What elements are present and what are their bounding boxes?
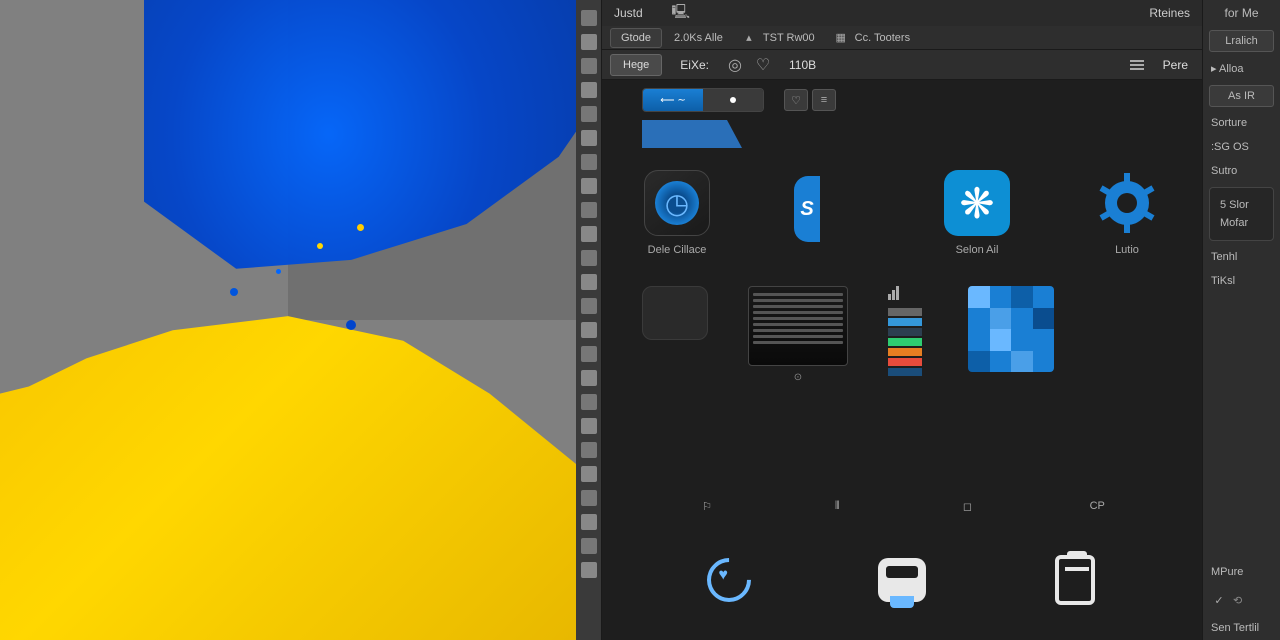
arrow-up-icon[interactable] (741, 30, 757, 46)
hege-button[interactable]: Hege (610, 54, 662, 76)
seg-option-b[interactable] (703, 89, 763, 111)
options-bar: Gtode 2.0Ks Alle TST Rw00 Cc. Tooters (602, 26, 1202, 50)
equalizer-icon[interactable]: ≡ (812, 89, 836, 111)
bars-icon[interactable] (829, 498, 845, 514)
hamburger-icon[interactable] (1129, 57, 1145, 73)
tool-icon[interactable] (581, 58, 597, 74)
snowflake-icon[interactable] (944, 170, 1010, 236)
tool-icon[interactable] (581, 34, 597, 50)
shield-icon[interactable]: ♡ (784, 89, 808, 111)
tool-icon[interactable] (581, 226, 597, 242)
tool-icon[interactable] (581, 250, 597, 266)
icon-gallery: Dele Cillace S Selon Ail (602, 150, 1202, 492)
properties-panel: for Me Lralich ▸ Alloa As IR Sorture :SG… (1202, 0, 1280, 640)
icon-label: Dele Cillace (648, 244, 707, 256)
signal-icon (888, 286, 928, 300)
tab-justd[interactable]: Justd (614, 6, 643, 20)
sgos-item[interactable]: :SG OS (1203, 135, 1280, 159)
panel-header: for Me (1203, 0, 1280, 26)
dot-indicator: ⊙ (794, 372, 802, 383)
info-line2: Mofar (1220, 214, 1263, 232)
tool-icon[interactable] (581, 514, 597, 530)
tenhl-item[interactable]: Tenhl (1203, 245, 1280, 269)
gtode-button[interactable]: Gtode (610, 28, 662, 48)
radiator-icon[interactable] (748, 286, 848, 366)
seg-option-a[interactable]: ⟵ ∼ (643, 89, 703, 111)
sentertil-item[interactable]: Sen Tertlil (1203, 616, 1280, 640)
tool-icon[interactable] (581, 130, 597, 146)
active-tab-indicator (602, 120, 1202, 150)
color-swatches[interactable] (888, 308, 928, 376)
main-area: Justd Rteines Gtode 2.0Ks Alle TST Rw00 … (602, 0, 1202, 640)
tool-icon[interactable] (581, 538, 597, 554)
value-110b: 110B (783, 58, 822, 72)
tab-rteines[interactable]: Rteines (1149, 6, 1190, 20)
tiksl-item[interactable]: TiKsl (1203, 269, 1280, 293)
tool-icon[interactable] (581, 322, 597, 338)
tool-icon[interactable] (581, 394, 597, 410)
footer-icons (602, 520, 1202, 640)
tool-icon[interactable] (581, 418, 597, 434)
info-box: 5 Slor Mofar (1209, 187, 1274, 241)
alloa-item[interactable]: ▸ Alloa (1203, 56, 1280, 81)
tool-icon[interactable] (581, 10, 597, 26)
heart-icon[interactable] (755, 57, 771, 73)
window-tabs: Justd Rteines (602, 0, 1202, 26)
asir-button[interactable]: As IR (1209, 85, 1274, 107)
eixe-label: EiXe: (674, 58, 715, 72)
disk-icon[interactable] (644, 170, 710, 236)
mpure-item[interactable]: MPure (1203, 560, 1280, 584)
icon-label: Selon Ail (956, 244, 999, 256)
gear-icon[interactable] (1094, 170, 1160, 236)
tool-icon[interactable] (581, 466, 597, 482)
secondary-toolbar: Hege EiXe: 110B Pere (602, 50, 1202, 80)
view-mode-segmented[interactable]: ⟵ ∼ (642, 88, 764, 112)
tool-icon[interactable] (581, 106, 597, 122)
square-icon[interactable] (959, 498, 975, 514)
sutro-item[interactable]: Sutro (1203, 159, 1280, 183)
tool-icon[interactable] (581, 490, 597, 506)
sorture-item[interactable]: Sorture (1203, 111, 1280, 135)
mini-status-bar: CP (602, 492, 1202, 520)
tool-icon[interactable] (581, 370, 597, 386)
tool-icon[interactable] (581, 154, 597, 170)
vertical-toolstrip (576, 0, 602, 640)
tst-value[interactable]: TST Rw00 (763, 32, 815, 44)
lralich-button[interactable]: Lralich (1209, 30, 1274, 52)
right-panel: Justd Rteines Gtode 2.0Ks Alle TST Rw00 … (576, 0, 1280, 640)
tool-icon[interactable] (581, 562, 597, 578)
icon-label: Lutio (1115, 244, 1139, 256)
tool-icon[interactable] (581, 274, 597, 290)
canvas-preview (0, 0, 576, 640)
tool-icon[interactable] (581, 298, 597, 314)
pere-label[interactable]: Pere (1157, 58, 1194, 72)
calendar-icon[interactable] (833, 30, 849, 46)
device-icon[interactable] (1047, 552, 1103, 608)
tool-icon[interactable] (581, 82, 597, 98)
pixelate-preview-icon[interactable] (968, 286, 1054, 372)
refresh-heart-icon[interactable] (701, 552, 757, 608)
tool-icon[interactable] (581, 346, 597, 362)
tab-marker[interactable] (642, 120, 742, 148)
check-icon[interactable] (1211, 592, 1227, 608)
folder-icon[interactable]: S (794, 176, 860, 242)
device-icon[interactable] (673, 5, 689, 21)
toggle-bar: ⟵ ∼ ♡ ≡ (602, 80, 1202, 120)
tool-icon[interactable] (581, 202, 597, 218)
bookmark-icon[interactable] (699, 498, 715, 514)
folder-badge: S (794, 176, 820, 242)
printer-icon[interactable] (874, 552, 930, 608)
tool-icon[interactable] (581, 442, 597, 458)
target-icon[interactable] (727, 57, 743, 73)
cp-label: CP (1090, 500, 1105, 512)
cc-tooters[interactable]: Cc. Tooters (855, 32, 910, 44)
percent-value[interactable]: 2.0Ks Alle (674, 32, 723, 44)
tool-icon[interactable] (581, 178, 597, 194)
blank-tile[interactable] (642, 286, 708, 340)
info-line1: 5 Slor (1220, 196, 1263, 214)
